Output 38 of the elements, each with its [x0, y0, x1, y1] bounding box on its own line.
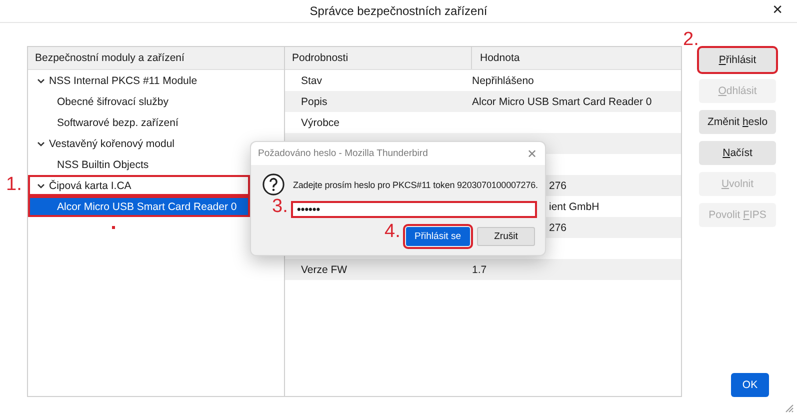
column-header: Hodnota — [479, 51, 520, 66]
ok-button[interactable]: OK — [731, 373, 769, 397]
table-cell: 276 — [549, 180, 567, 192]
table-cell-text: Popis — [300, 96, 328, 108]
window-title: Správce bezpečnostních zařízení — [310, 4, 488, 18]
resize-grip-icon[interactable] — [784, 403, 794, 413]
table-cell-text: Stav — [300, 74, 324, 86]
tree-item[interactable]: Softwarové bezp. zařízení — [28, 112, 250, 133]
table-cell: Alcor Micro USB Smart Card Reader 0 — [472, 96, 652, 108]
password-field[interactable]: •••••• — [291, 201, 537, 218]
question-icon — [262, 173, 285, 196]
action-button[interactable]: Přihlásit — [699, 48, 776, 72]
annotation-number: 3. — [272, 196, 288, 218]
prompt-message: Zadejte prosím heslo pro PKCS#11 token 9203070100007276. — [293, 180, 538, 190]
tree-item[interactable]: Obecné šifrovací služby — [28, 91, 250, 112]
action-button[interactable]: Načíst — [699, 141, 776, 165]
table-cell: 1.7 — [472, 264, 487, 276]
tree-item[interactable]: Vestavěný kořenový modul — [28, 133, 250, 154]
close-button[interactable]: ✕ — [772, 3, 783, 18]
annotation-number: 4. — [384, 221, 400, 243]
tree-item[interactable]: NSS Builtin Objects — [28, 154, 250, 175]
close-button[interactable]: ✕ — [526, 146, 537, 160]
action-button[interactable]: Změnit heslo — [699, 110, 776, 134]
table-cell: Nepřihlášeno — [472, 74, 534, 86]
dialog-button[interactable]: Přihlásit se — [406, 227, 470, 246]
column-header: Bezpečnostní moduly a zařízení — [28, 47, 284, 70]
tree-item[interactable]: NSS Internal PKCS #11 Module — [28, 70, 250, 91]
table-cell-text: Verze FW — [300, 264, 348, 276]
table-cell-text: Výrobce — [300, 116, 341, 128]
dialog-title: Požadováno heslo - Mozilla Thunderbird — [258, 148, 428, 159]
dialog-button[interactable]: Zrušit — [477, 227, 535, 246]
column-header: Podrobnosti — [285, 47, 472, 69]
table-cell: ient GmbH — [549, 200, 600, 212]
annotation-number: 1. — [6, 174, 22, 196]
annotation-number: 2. — [683, 29, 699, 51]
tree-item[interactable]: Alcor Micro USB Smart Card Reader 0 — [28, 196, 250, 217]
tree-item[interactable]: Čipová karta I.CA — [28, 175, 250, 196]
table-cell: 276 — [549, 222, 567, 234]
